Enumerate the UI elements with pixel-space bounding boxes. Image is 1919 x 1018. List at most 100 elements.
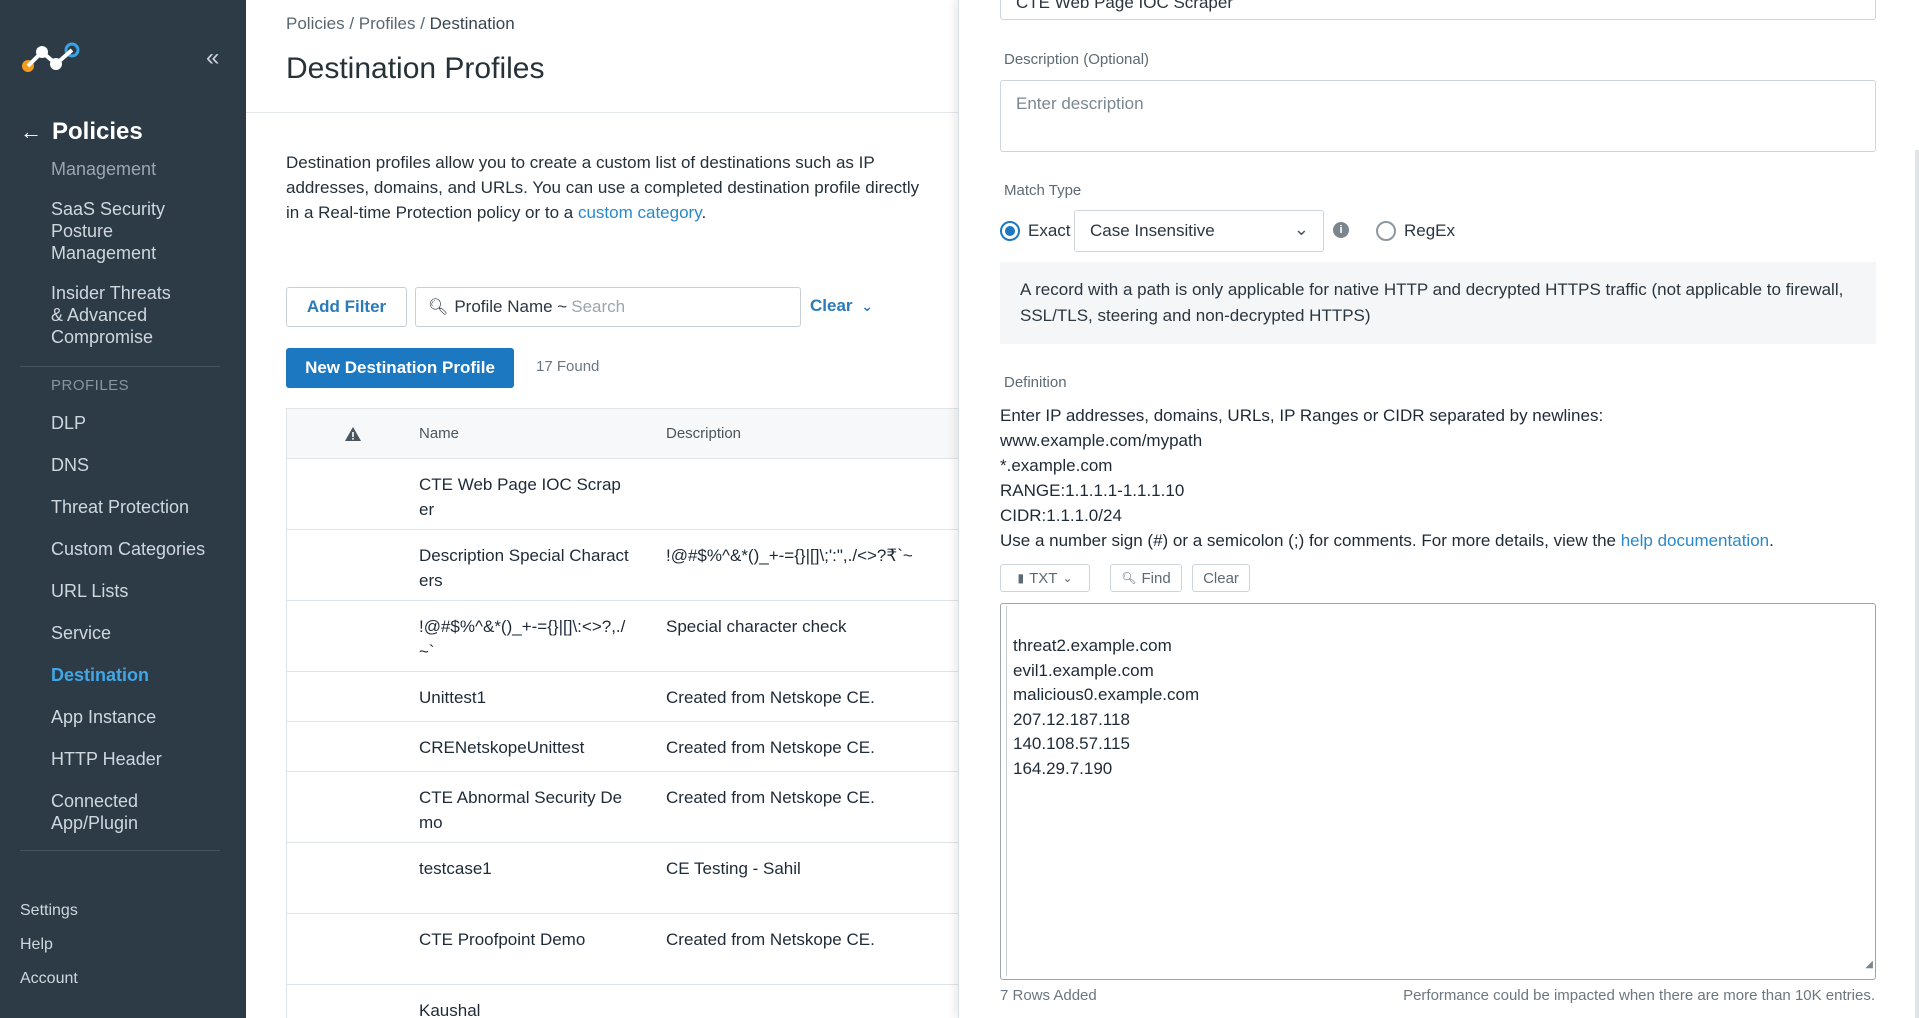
sidebar-item-http-header[interactable]: HTTP Header: [0, 748, 246, 770]
breadcrumb-separator: /: [349, 14, 359, 33]
definition-textarea[interactable]: threat2.example.com evil1.example.com ma…: [1000, 603, 1876, 980]
main-content: Policies / Profiles / Destination Destin…: [246, 0, 958, 1018]
definition-entry: malicious0.example.com: [1013, 685, 1200, 704]
sidebar-item-custom-categories[interactable]: Custom Categories: [0, 538, 246, 560]
match-type-label: Match Type: [1004, 182, 1082, 199]
case-sensitivity-dropdown[interactable]: Case Insensitive ⌄: [1074, 210, 1324, 252]
page-title: Destination Profiles: [286, 52, 545, 85]
sidebar-item-management[interactable]: Management: [0, 158, 246, 180]
comment-end: .: [1769, 531, 1774, 550]
definition-line: RANGE:1.1.1.1-1.1.1.10: [1000, 481, 1185, 500]
sidebar-divider: [20, 366, 220, 367]
column-header-description[interactable]: Description: [666, 425, 958, 442]
sidebar-item-dlp[interactable]: DLP: [0, 412, 246, 434]
breadcrumb-destination: Destination: [429, 14, 515, 33]
breadcrumb-policies[interactable]: Policies: [286, 14, 345, 33]
sidebar: « ← Policies Management SaaS Security Po…: [0, 0, 246, 1018]
chevron-down-icon: ⌄: [1062, 571, 1073, 585]
sidebar-item-service[interactable]: Service: [0, 622, 246, 644]
row-description: Created from Netskope CE.: [666, 688, 875, 707]
breadcrumb-profiles[interactable]: Profiles: [359, 14, 416, 33]
sidebar-item-settings[interactable]: Settings: [20, 902, 78, 920]
sidebar-item-connected-app[interactable]: Connected App/Plugin: [0, 790, 160, 834]
search-field-label: Profile Name ~: [454, 297, 568, 316]
sidebar-heading: Policies: [52, 118, 143, 145]
definition-line: www.example.com/mypath: [1000, 431, 1203, 450]
breadcrumb: Policies / Profiles / Destination: [286, 14, 515, 34]
find-button[interactable]: 🔍︎ Find: [1110, 564, 1182, 592]
definition-line: *.example.com: [1000, 456, 1113, 475]
file-icon: ▮: [1017, 571, 1025, 585]
sidebar-item-destination[interactable]: Destination: [0, 664, 246, 686]
table-row[interactable]: !@#$%^&*()_+-={}|[]\:<>?,./~` Special cha…: [287, 601, 958, 672]
rows-added-count: 7 Rows Added: [1000, 987, 1097, 1004]
definition-line: CIDR:1.1.1.0/24: [1000, 506, 1122, 525]
find-label: Find: [1141, 569, 1171, 587]
definition-entry: 164.29.7.190: [1013, 758, 1113, 778]
back-to-policies[interactable]: ← Policies: [20, 118, 143, 146]
table-row[interactable]: CRENetskopeUnittest Created from Netskope…: [287, 722, 958, 772]
row-name: CTE Proofpoint Demo: [419, 930, 586, 949]
add-filter-button[interactable]: Add Filter: [286, 287, 407, 327]
sidebar-item-url-lists[interactable]: URL Lists: [0, 580, 246, 602]
row-name: Unittest1: [419, 688, 487, 707]
table-row[interactable]: Description Special Characters !@#$%^&*()…: [287, 530, 958, 601]
netskope-logo: [22, 42, 80, 72]
search-icon: 🔍︎: [428, 299, 449, 316]
resize-handle-icon[interactable]: ◢: [1865, 953, 1873, 978]
sidebar-section-profiles: PROFILES: [51, 377, 130, 394]
table-row[interactable]: CTE Abnormal Security Demo Created from N…: [287, 772, 958, 843]
new-destination-profile-button[interactable]: New Destination Profile: [286, 348, 514, 388]
edit-profile-panel: CTE Web Page IOC Scraper Description (Op…: [958, 0, 1919, 1018]
row-name: CRENetskopeUnittest: [419, 738, 585, 757]
definition-line: Enter IP addresses, domains, URLs, IP Ra…: [1000, 406, 1604, 425]
sidebar-item-app-instance[interactable]: App Instance: [0, 706, 246, 728]
info-icon[interactable]: i: [1333, 222, 1349, 238]
comment-text: Use a number sign (#) or a semicolon (;)…: [1000, 531, 1621, 550]
sidebar-item-threat-protection[interactable]: Threat Protection: [0, 496, 246, 518]
sidebar-item-sspm[interactable]: SaaS Security Posture Management: [0, 198, 200, 264]
clear-filter-button[interactable]: Clear ⌄: [810, 296, 873, 316]
row-description: Created from Netskope CE.: [666, 930, 875, 949]
performance-note: Performance could be impacted when there…: [1403, 987, 1875, 1004]
row-description: Created from Netskope CE.: [666, 738, 875, 757]
row-description: !@#$%^&*()_+-={}|[]\;':",./<>?₹`~: [666, 546, 913, 565]
description-input[interactable]: Enter description: [1000, 80, 1876, 152]
sidebar-item-help[interactable]: Help: [20, 936, 78, 954]
search-input[interactable]: 🔍︎ Profile Name ~ Search: [415, 287, 801, 327]
definition-entry: threat2.example.com: [1013, 636, 1172, 655]
regex-radio[interactable]: [1376, 221, 1396, 241]
sidebar-item-insider-threats[interactable]: Insider Threats & Advanced Compromise: [0, 282, 200, 348]
path-note: A record with a path is only applicable …: [1000, 262, 1876, 344]
intro-end: .: [701, 203, 707, 222]
search-icon: 🔍︎: [1121, 571, 1137, 585]
profile-name-input[interactable]: CTE Web Page IOC Scraper: [1000, 0, 1876, 20]
custom-category-link[interactable]: custom category: [578, 203, 701, 222]
sidebar-item-dns[interactable]: DNS: [0, 454, 246, 476]
chevron-down-icon: ⌄: [861, 298, 873, 314]
row-name: testcase1: [419, 859, 492, 878]
sidebar-bottom: Settings Help Account: [20, 902, 78, 1004]
table-row[interactable]: CTE Proofpoint Demo Created from Netskope…: [287, 914, 958, 985]
sidebar-item-account[interactable]: Account: [20, 970, 78, 988]
table-row[interactable]: testcase1 CE Testing - Sahil: [287, 843, 958, 914]
row-name: CTE Web Page IOC Scraper: [419, 475, 621, 519]
definition-entry: 140.108.57.115: [1013, 734, 1130, 753]
case-sensitivity-value: Case Insensitive: [1090, 221, 1215, 240]
exact-radio[interactable]: [1000, 221, 1020, 241]
results-count: 17 Found: [536, 358, 600, 375]
sidebar-nav: Management SaaS Security Posture Managem…: [0, 158, 246, 851]
table-row[interactable]: Unittest1 Created from Netskope CE.: [287, 672, 958, 722]
table-row[interactable]: CTE Web Page IOC Scraper: [287, 459, 958, 530]
panel-scrollbar[interactable]: [1915, 150, 1919, 1018]
definition-comment: Use a number sign (#) or a semicolon (;)…: [1000, 528, 1880, 553]
help-documentation-link[interactable]: help documentation: [1621, 531, 1769, 550]
collapse-sidebar-icon[interactable]: «: [206, 44, 219, 72]
txt-format-button[interactable]: ▮ TXT ⌄: [1000, 564, 1090, 592]
table-row[interactable]: Kaushal: [287, 985, 958, 1018]
intro-text: Destination profiles allow you to create…: [286, 150, 926, 225]
definition-entry: 207.12.187.118: [1013, 709, 1130, 729]
regex-label: RegEx: [1404, 221, 1456, 240]
clear-definition-button[interactable]: Clear: [1192, 564, 1250, 592]
column-header-name[interactable]: Name: [419, 425, 666, 442]
